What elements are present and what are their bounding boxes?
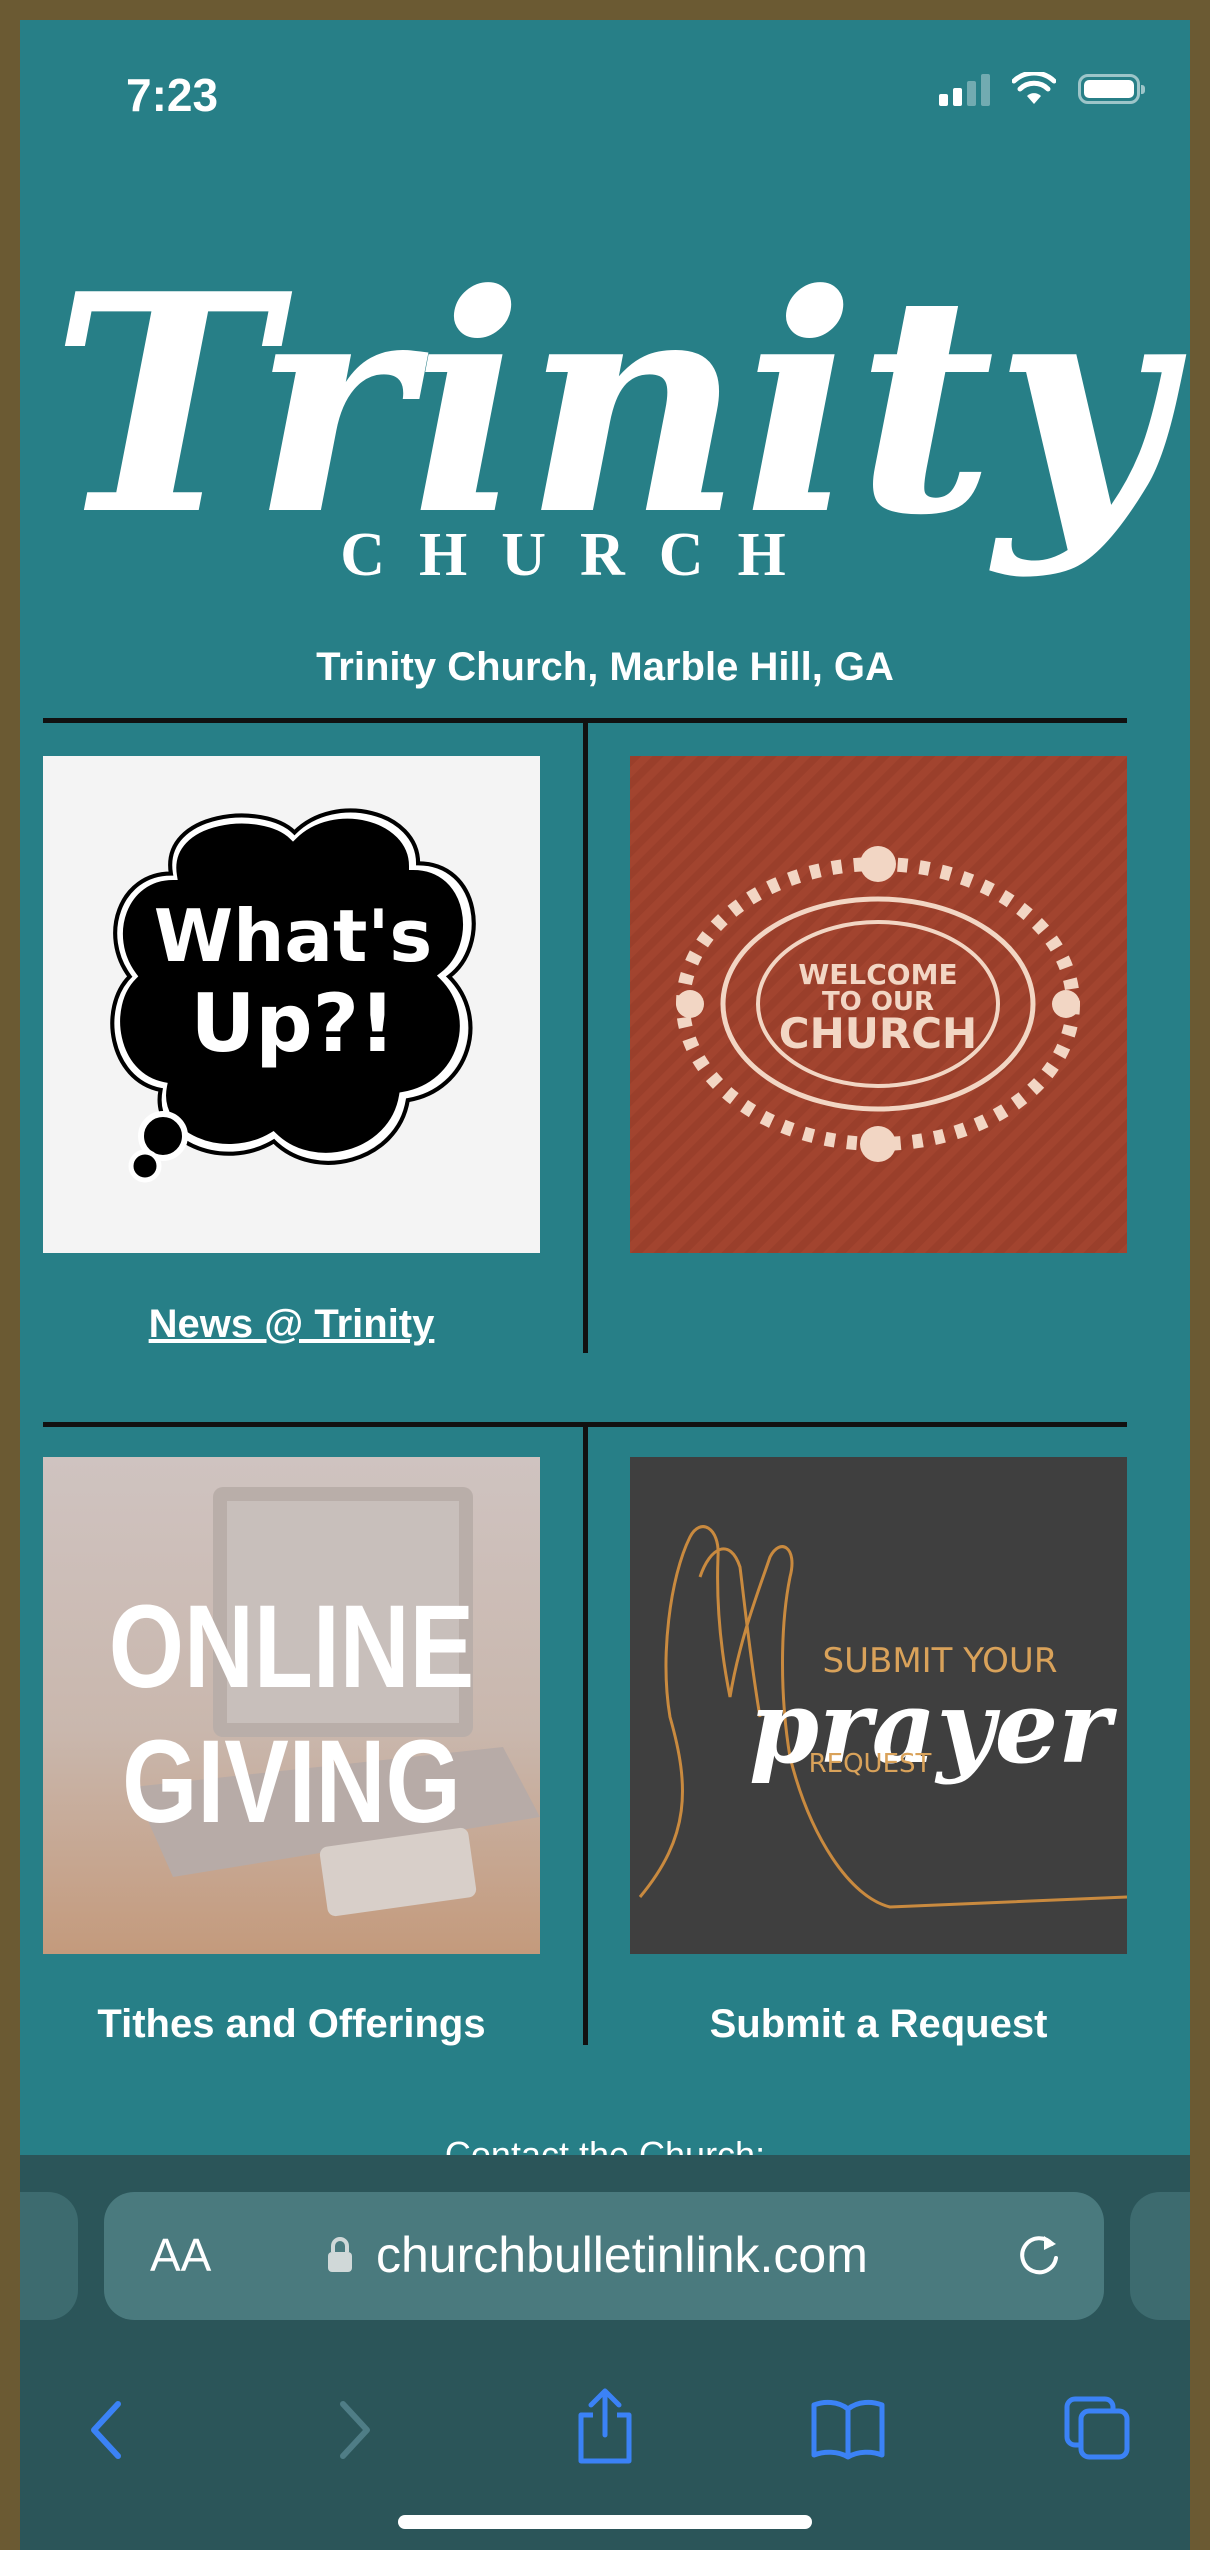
wifi-icon (1012, 72, 1056, 104)
lock-icon (328, 2237, 352, 2272)
whats-text: What's (154, 894, 433, 978)
church-text: CHURCH (779, 1009, 977, 1058)
divider-vertical-bottom (583, 1427, 588, 2045)
tabs-icon[interactable] (1063, 2395, 1133, 2461)
share-icon[interactable] (575, 2385, 635, 2465)
home-indicator[interactable] (398, 2515, 812, 2529)
text-size-button[interactable]: AA (150, 2228, 211, 2282)
prayer-tile-image[interactable]: SUBMIT YOUR prayer REQUEST (630, 1457, 1127, 1954)
up-text: Up?! (190, 977, 395, 1070)
address-bar[interactable]: AA churchbulletinlink.com (104, 2192, 1104, 2320)
logo-sub: CHURCH (340, 521, 820, 589)
prayer-caption[interactable]: Submit a Request (630, 2002, 1127, 2047)
request-text: REQUEST (809, 1749, 932, 1779)
forward-icon[interactable] (335, 2398, 375, 2462)
giving-text: GIVING (122, 1715, 461, 1847)
next-tab-pill[interactable] (1130, 2192, 1190, 2320)
phone-screen: 7:23 Trinity CHURCH Trinity Church, Marb… (20, 20, 1190, 2550)
back-icon[interactable] (86, 2398, 126, 2462)
prayer-text: prayer (749, 1668, 1117, 1786)
news-tile-image[interactable]: What's Up?! (43, 756, 540, 1253)
bookmarks-icon[interactable] (810, 2397, 886, 2461)
url-text: churchbulletinlink.com (376, 2227, 868, 2283)
status-icons (939, 72, 1145, 106)
welcome-tile-image[interactable]: WELCOME TO OUR CHURCH (630, 756, 1127, 1253)
giving-caption[interactable]: Tithes and Offerings (43, 2002, 540, 2047)
news-link[interactable]: News @ Trinity (43, 1302, 540, 1347)
cellular-signal-icon (939, 72, 990, 106)
giving-tile-image[interactable]: ONLINE GIVING (43, 1457, 540, 1954)
browser-toolbar: AA churchbulletinlink.com (20, 2155, 1190, 2550)
page-subtitle: Trinity Church, Marble Hill, GA (316, 645, 894, 689)
previous-tab-pill[interactable] (20, 2192, 78, 2320)
online-text: ONLINE (109, 1580, 474, 1712)
reload-icon[interactable] (1014, 2230, 1064, 2280)
divider-vertical-top (583, 723, 588, 1353)
battery-icon (1078, 74, 1145, 104)
status-time: 7:23 (126, 69, 219, 121)
trinity-church-logo: Trinity CHURCH (51, 228, 1187, 589)
